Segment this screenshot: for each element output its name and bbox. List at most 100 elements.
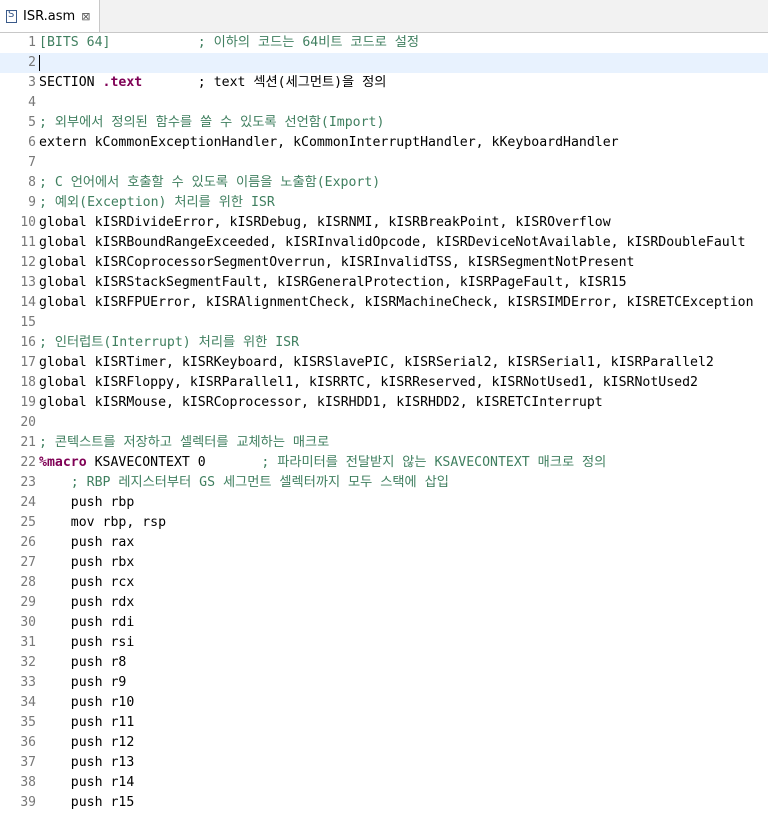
code-line[interactable]: 9; 예외(Exception) 처리를 위한 ISR [0,193,768,213]
code-comment: ; 콘텍스트를 저장하고 셀렉터를 교체하는 매크로 [39,435,330,450]
code-line[interactable]: 23 ; RBP 레지스터부터 GS 세그먼트 셀렉터까지 모두 스택에 삽입 [0,473,768,493]
code-line[interactable]: 16; 인터럽트(Interrupt) 처리를 위한 ISR [0,333,768,353]
code-comment: [BITS 64] ; 이하의 코드는 64비트 코드로 설정 [39,35,420,50]
line-number: 5 [28,115,36,130]
code-text: push rax [39,535,135,550]
line-number: 3 [28,75,36,90]
code-line[interactable]: 19 global kISRMouse, kISRCoprocessor, kIS… [0,393,768,413]
line-number: 4 [28,95,36,110]
line-number: 6 [28,135,36,150]
code-line[interactable]: 30 push rdi [0,613,768,633]
code-line[interactable]: 33 push r9 [0,673,768,693]
code-line[interactable]: 32 push r8 [0,653,768,673]
code-text: global kISRTimer, kISRKeyboard, kISRSlav… [39,355,714,370]
line-code: SECTION .text ; text 섹션(세그먼트)을 정의 [39,73,386,93]
code-line[interactable]: 27 push rbx [0,553,768,573]
code-line[interactable]: 8; C 언어에서 호출할 수 있도록 이름을 노출함(Export) [0,173,768,193]
code-line[interactable]: 14 global kISRFPUError, kISRAlignmentChec… [0,293,768,313]
line-code: ; 외부에서 정의된 함수를 쓸 수 있도록 선언함(Import) [39,113,384,133]
code-line[interactable]: 2 [0,53,768,73]
line-code: global kISRStackSegmentFault, kISRGenera… [39,273,627,293]
code-line[interactable]: 6 extern kCommonExceptionHandler, kCommon… [0,133,768,153]
code-text: push rbp [39,495,135,510]
code-line[interactable]: 36 push r12 [0,733,768,753]
line-number: 27 [20,555,36,570]
code-line[interactable]: 29 push rdx [0,593,768,613]
code-line[interactable]: 37 push r13 [0,753,768,773]
editor-tab-bar: ISR.asm ⊠ [0,0,768,33]
code-text: global kISRDivideError, kISRDebug, kISRN… [39,215,611,230]
code-line[interactable]: 18 global kISRFloppy, kISRParallel1, kISR… [0,373,768,393]
line-number: 24 [20,495,36,510]
code-line[interactable]: 35 push r11 [0,713,768,733]
code-line[interactable]: 7 [0,153,768,173]
code-line[interactable]: 1 [BITS 64] ; 이하의 코드는 64비트 코드로 설정 [0,33,768,53]
code-line[interactable]: 31 push rsi [0,633,768,653]
code-text: SECTION [39,75,103,90]
line-number: 18 [20,375,36,390]
line-number: 9 [28,195,36,210]
line-code: push rdi [39,613,135,633]
line-number: 19 [20,395,36,410]
line-number: 16 [20,335,36,350]
code-line[interactable]: 22 %macro KSAVECONTEXT 0 ; 파라미터를 전달받지 않는 … [0,453,768,473]
line-code: global kISRDivideError, kISRDebug, kISRN… [39,213,611,233]
line-code: push rsi [39,633,135,653]
line-code: ; 콘텍스트를 저장하고 셀렉터를 교체하는 매크로 [39,433,329,453]
code-line[interactable]: 13 global kISRStackSegmentFault, kISRGene… [0,273,768,293]
code-comment: ; 예외(Exception) 처리를 위한 ISR [39,195,275,210]
code-line[interactable]: 15 [0,313,768,333]
code-line[interactable]: 34 push r10 [0,693,768,713]
code-line[interactable]: 5; 외부에서 정의된 함수를 쓸 수 있도록 선언함(Import) [0,113,768,133]
code-line[interactable]: 21; 콘텍스트를 저장하고 셀렉터를 교체하는 매크로 [0,433,768,453]
code-line[interactable]: 39 push r15 [0,793,768,813]
tab-isr-asm[interactable]: ISR.asm ⊠ [0,0,100,32]
code-text: global kISRStackSegmentFault, kISRGenera… [39,275,627,290]
line-code: global kISRBoundRangeExceeded, kISRInval… [39,233,746,253]
code-text: push r15 [39,795,135,810]
code-text: push rcx [39,575,135,590]
code-comment: ; RBP 레지스터부터 GS 세그먼트 셀렉터까지 모두 스택에 삽입 [70,475,449,490]
code-line[interactable]: 12 global kISRCoprocessorSegmentOverrun, … [0,253,768,273]
tab-title: ISR.asm [23,8,76,24]
line-number: 33 [20,675,36,690]
close-icon[interactable]: ⊠ [81,10,90,23]
code-text: global kISRFloppy, kISRParallel1, kISRRT… [39,375,698,390]
line-code: ; 인터럽트(Interrupt) 처리를 위한 ISR [39,333,299,353]
code-keyword: .text [102,75,143,90]
code-line[interactable]: 17 global kISRTimer, kISRKeyboard, kISRSl… [0,353,768,373]
code-line[interactable]: 10 global kISRDivideError, kISRDebug, kIS… [0,213,768,233]
line-code: push r15 [39,793,135,813]
line-code: push rbx [39,553,135,573]
line-code: ; C 언어에서 호출할 수 있도록 이름을 노출함(Export) [39,173,380,193]
line-number: 11 [20,235,36,250]
line-code: global kISRTimer, kISRKeyboard, kISRSlav… [39,353,714,373]
code-line[interactable]: 38 push r14 [0,773,768,793]
code-line[interactable]: 20 [0,413,768,433]
asm-file-icon [6,9,17,23]
code-text: push r10 [39,695,135,710]
code-text: push r8 [39,655,127,670]
code-text: push r14 [39,775,135,790]
code-line[interactable]: 11 global kISRBoundRangeExceeded, kISRInv… [0,233,768,253]
code-line[interactable]: 25 mov rbp, rsp [0,513,768,533]
code-text: push r12 [39,735,135,750]
code-text: global kISRBoundRangeExceeded, kISRInval… [39,235,746,250]
text-cursor [39,55,40,71]
code-text: extern kCommonExceptionHandler, kCommonI… [39,135,619,150]
code-text: push rbx [39,555,135,570]
code-editor[interactable]: 1 [BITS 64] ; 이하의 코드는 64비트 코드로 설정 2 3 SECTIO… [0,33,768,813]
code-line[interactable]: 4 [0,93,768,113]
code-line[interactable]: 3 SECTION .text ; text 섹션(세그먼트)을 정의 [0,73,768,93]
code-comment: ; 외부에서 정의된 함수를 쓸 수 있도록 선언함(Import) [39,115,385,130]
line-code: ; RBP 레지스터부터 GS 세그먼트 셀렉터까지 모두 스택에 삽입 [39,473,449,493]
line-number: 17 [20,355,36,370]
line-number: 30 [20,615,36,630]
line-code: global kISRMouse, kISRCoprocessor, kISRH… [39,393,603,413]
code-line[interactable]: 28 push rcx [0,573,768,593]
line-number: 23 [20,475,36,490]
code-text: global kISRFPUError, kISRAlignmentCheck,… [39,295,754,310]
line-number: 14 [20,295,36,310]
code-line[interactable]: 24 push rbp [0,493,768,513]
code-line[interactable]: 26 push rax [0,533,768,553]
